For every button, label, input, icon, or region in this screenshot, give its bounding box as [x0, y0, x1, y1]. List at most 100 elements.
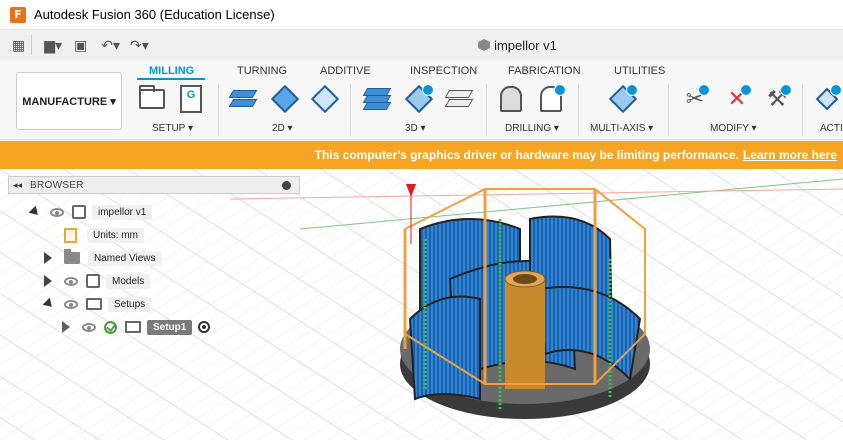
- group-actions[interactable]: ACTI: [820, 123, 843, 134]
- tree-item-label: Setup1: [147, 319, 193, 335]
- undo-icon[interactable]: ↶▾: [101, 34, 120, 56]
- component-icon: [72, 205, 86, 219]
- expand-arrow-icon[interactable]: [44, 252, 52, 264]
- tree-item-label: impellor v1: [92, 204, 153, 220]
- group-drilling[interactable]: DRILLING ▾: [505, 123, 559, 134]
- title-bar: F Autodesk Fusion 360 (Education License…: [0, 0, 843, 30]
- eye-icon[interactable]: [64, 276, 78, 286]
- document-tab[interactable]: impellor v1: [192, 30, 843, 60]
- multi-axis-button[interactable]: [608, 84, 638, 114]
- expand-arrow-icon[interactable]: [62, 321, 70, 333]
- component-icon: [478, 39, 491, 51]
- face-button[interactable]: [310, 84, 340, 114]
- eye-icon[interactable]: [50, 207, 64, 217]
- setup-folder-icon: [125, 321, 141, 333]
- hole-recognition-button[interactable]: [536, 84, 566, 114]
- 2d-pocket-button[interactable]: [270, 84, 300, 114]
- tree-item-named-views[interactable]: Named Views: [44, 248, 162, 268]
- hub-bore: [513, 274, 537, 284]
- group-3d[interactable]: 3D ▾: [405, 123, 426, 134]
- ribbon-divider: [486, 84, 487, 136]
- group-modify[interactable]: MODIFY ▾: [710, 123, 757, 134]
- tab-milling[interactable]: MILLING: [149, 65, 194, 77]
- tree-item-setup1[interactable]: Setup1: [62, 317, 211, 337]
- group-setup[interactable]: SETUP ▾: [152, 123, 193, 134]
- group-multi-axis[interactable]: MULTI-AXIS ▾: [590, 123, 653, 134]
- drill-button[interactable]: [496, 84, 526, 114]
- 3d-parallel-icon: [444, 88, 474, 110]
- tab-fabrication[interactable]: FABRICATION: [508, 65, 581, 77]
- active-tab-indicator: [137, 78, 205, 80]
- folder-open-icon: [139, 85, 165, 109]
- units-document-icon: [64, 227, 77, 243]
- blue-badge-icon: [554, 84, 566, 96]
- setup-sheet-button[interactable]: G: [176, 84, 206, 114]
- expand-arrow-icon[interactable]: [44, 275, 52, 287]
- tree-item-label: Models: [106, 273, 151, 289]
- tab-inspection[interactable]: INSPECTION: [410, 65, 477, 77]
- tree-item-label: Named Views: [88, 250, 162, 266]
- drill-icon: [500, 86, 522, 112]
- 3d-adaptive-icon: [362, 88, 392, 110]
- performance-warning-banner: This computer's graphics driver or hardw…: [0, 141, 843, 169]
- expand-arrow-icon[interactable]: [28, 205, 42, 219]
- redo-icon[interactable]: ↷▾: [130, 34, 149, 56]
- modify-tool-button[interactable]: ⚒: [762, 84, 792, 114]
- tab-utilities[interactable]: UTILITIES: [614, 65, 665, 77]
- file-icon[interactable]: ▆▾: [44, 34, 62, 56]
- tree-item-units[interactable]: Units: mm: [64, 225, 144, 245]
- actions-button[interactable]: [812, 84, 842, 114]
- impeller-blade: [408, 295, 481, 401]
- tab-turning[interactable]: TURNING: [237, 65, 287, 77]
- group-2d[interactable]: 2D ▾: [272, 123, 293, 134]
- browser-panel-header: ◂◂ BROWSER: [8, 176, 300, 194]
- workspace-switcher-button[interactable]: MANUFACTURE ▾: [16, 72, 122, 130]
- grid-icon[interactable]: ▦: [12, 34, 25, 56]
- save-icon[interactable]: ▣: [74, 34, 87, 56]
- ribbon-divider: [578, 84, 579, 136]
- folder-icon: [64, 249, 80, 264]
- toolbar-divider: [31, 35, 33, 55]
- models-icon: [86, 274, 100, 288]
- fusion-logo-icon: F: [10, 6, 26, 23]
- ribbon-divider: [668, 84, 669, 136]
- blue-badge-icon: [830, 84, 842, 96]
- eye-icon[interactable]: [64, 299, 78, 309]
- learn-more-link[interactable]: Learn more here: [743, 148, 837, 162]
- 3d-parallel-button[interactable]: [444, 84, 474, 114]
- blue-badge-icon: [422, 84, 434, 96]
- check-circle-icon: [104, 320, 117, 334]
- impeller-hub: [505, 279, 545, 389]
- expand-arrow-icon[interactable]: [42, 297, 56, 311]
- browser-title: BROWSER: [30, 179, 84, 191]
- blue-badge-icon: [698, 84, 710, 96]
- face-icon: [310, 84, 340, 114]
- collapse-panel-icon[interactable]: ◂◂: [13, 180, 22, 191]
- modify-cut-button[interactable]: ✂: [680, 84, 710, 114]
- pin-icon[interactable]: [282, 181, 291, 190]
- 2d-adaptive-button[interactable]: [228, 84, 258, 114]
- ribbon: MANUFACTURE ▾ MILLING TURNING ADDITIVE I…: [0, 60, 843, 140]
- ribbon-divider: [218, 84, 219, 136]
- setup-sheet-icon: G: [180, 85, 202, 113]
- 2d-pocket-icon: [270, 84, 300, 114]
- tree-item-root[interactable]: impellor v1: [28, 202, 153, 222]
- activate-radio-icon[interactable]: [198, 321, 211, 333]
- banner-message: This computer's graphics driver or hardw…: [314, 148, 739, 162]
- blue-badge-icon: [780, 84, 792, 96]
- tree-item-label: Units: mm: [87, 227, 144, 243]
- ribbon-divider: [802, 84, 803, 136]
- modify-delete-button[interactable]: ✕: [722, 84, 752, 114]
- blue-badge-icon: [740, 84, 752, 96]
- 3d-adaptive-button[interactable]: [362, 84, 392, 114]
- tree-item-label: Setups: [108, 296, 152, 312]
- new-setup-button[interactable]: [137, 84, 167, 114]
- document-name: impellor v1: [494, 37, 557, 53]
- tree-item-setups[interactable]: Setups: [42, 294, 152, 314]
- tab-additive[interactable]: ADDITIVE: [320, 65, 371, 77]
- 3d-pocket-button[interactable]: [404, 84, 434, 114]
- quick-access-toolbar: ▦ ▆▾ ▣ ↶▾ ↷▾ impellor v1: [0, 30, 843, 60]
- 2d-adaptive-icon: [228, 88, 258, 110]
- eye-icon[interactable]: [82, 322, 96, 332]
- tree-item-models[interactable]: Models: [44, 271, 151, 291]
